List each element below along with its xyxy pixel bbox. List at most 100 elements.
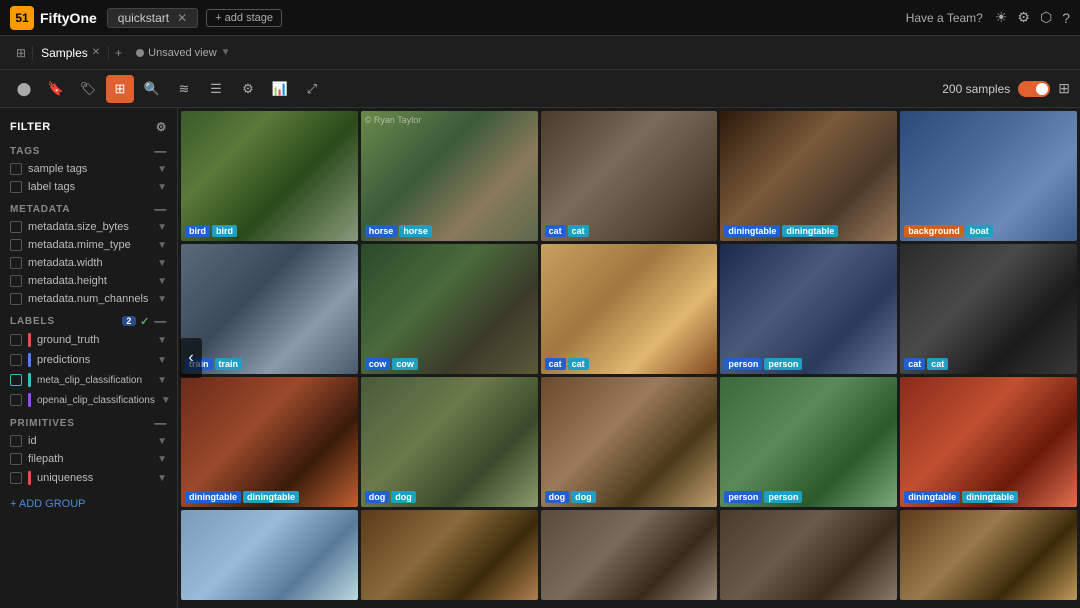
sample-count: 200 samples [942, 82, 1010, 96]
grid-layout-icon[interactable]: ⊞ [1058, 80, 1070, 97]
cake-labels: background boat [904, 225, 993, 237]
samples-tab[interactable]: Samples ✕ [33, 46, 109, 60]
tool-list[interactable]: ☰ [202, 75, 230, 103]
horseman-labels: horse horse [365, 225, 432, 237]
tool-search[interactable]: 🔍 [138, 75, 166, 103]
tool-expand[interactable]: ⤢ [298, 75, 326, 103]
nav-left-button[interactable]: ‹ [180, 338, 202, 378]
labels-check[interactable]: ✓ [140, 315, 150, 328]
grid-cell-bear2[interactable] [361, 510, 538, 600]
question-icon[interactable]: ? [1062, 10, 1070, 26]
sidebar-item-ground-truth[interactable]: ground_truth ▼ [0, 330, 177, 350]
grid-cell-train[interactable]: train train [181, 244, 358, 374]
size-bytes-checkbox[interactable] [10, 221, 22, 233]
filter-header: FILTER ⚙ [0, 116, 177, 138]
tool-settings[interactable]: ⚙ [234, 75, 262, 103]
grid-cell-spaniel[interactable] [900, 510, 1077, 600]
settings-icon[interactable]: ⚙ [1017, 9, 1030, 26]
sidebar-item-label-tags[interactable]: label tags ▼ [0, 178, 177, 196]
sidebar-item-meta-clip[interactable]: meta_clip_classification ▼ [0, 370, 177, 390]
samples-close-icon[interactable]: ✕ [92, 47, 100, 58]
sidebar-item-mime-type[interactable]: metadata.mime_type ▼ [0, 236, 177, 254]
sidebar-item-openai-clip[interactable]: openai_clip_classifications ▼ [0, 390, 177, 410]
sun-icon[interactable]: ☀ [995, 9, 1008, 26]
labels-section: LABELS 2 ✓ — [0, 308, 177, 330]
badge-bird-pred: bird [212, 225, 237, 237]
grid-toggle [1018, 81, 1050, 97]
samples-label: Samples [41, 46, 88, 60]
labels-collapse[interactable]: — [154, 314, 167, 328]
view-dot [136, 49, 144, 57]
view-label: Unsaved view [148, 47, 216, 59]
grid-cell-pizza[interactable]: diningtable diningtable [900, 377, 1077, 507]
cat1-labels: cat cat [545, 225, 589, 237]
sidebar-item-id[interactable]: id ▼ [0, 432, 177, 450]
grid-cell-table1[interactable]: diningtable diningtable [720, 111, 897, 241]
grid-view-icon[interactable]: ⊞ [10, 46, 33, 60]
label-tags-checkbox[interactable] [10, 181, 22, 193]
grid-cell-person[interactable]: person person [720, 244, 897, 374]
filter-label: FILTER [10, 121, 51, 133]
badge-dogs-pred: dog [391, 491, 416, 503]
grid-cell-food[interactable]: diningtable diningtable [181, 377, 358, 507]
meta-clip-color [28, 373, 31, 387]
cow-labels: cow cow [365, 358, 418, 370]
badge-cat3-gt: cat [904, 358, 925, 370]
add-tab-button[interactable]: + [109, 46, 128, 60]
filter-gear-icon[interactable]: ⚙ [156, 120, 167, 134]
labels-count: 2 [122, 316, 136, 326]
cat3-labels: cat cat [904, 358, 948, 370]
grid-cell-horseman[interactable]: © Ryan Taylor horse horse [361, 111, 538, 241]
tool-back[interactable]: ⬤ [10, 75, 38, 103]
github-icon[interactable]: ⬡ [1040, 9, 1052, 26]
tool-bookmark[interactable]: 🔖 [42, 75, 70, 103]
sidebar-item-predictions[interactable]: predictions ▼ [0, 350, 177, 370]
sidebar-item-size-bytes[interactable]: metadata.size_bytes ▼ [0, 218, 177, 236]
metadata-collapse[interactable]: — [154, 202, 167, 216]
quickstart-tab[interactable]: quickstart ✕ [107, 8, 198, 28]
tool-grid[interactable]: ⊞ [106, 75, 134, 103]
pizza-labels: diningtable diningtable [904, 491, 1018, 503]
sidebar-item-width[interactable]: metadata.width ▼ [0, 254, 177, 272]
grid-cell-bird[interactable]: bird bird [181, 111, 358, 241]
metadata-section: METADATA — [0, 196, 177, 218]
grid-cell-cake[interactable]: background boat [900, 111, 1077, 241]
add-group[interactable]: + ADD GROUP [0, 488, 177, 518]
topbar: 51 FiftyOne quickstart ✕ + add stage Hav… [0, 0, 1080, 36]
grid-cell-bear[interactable]: dog dog [541, 377, 718, 507]
tags-collapse[interactable]: — [154, 144, 167, 158]
tool-tag[interactable]: 🏷 [74, 75, 102, 103]
sample-tags-checkbox[interactable] [10, 163, 22, 175]
sidebar-item-num-channels[interactable]: metadata.num_channels ▼ [0, 290, 177, 308]
sidebar-item-sample-tags[interactable]: sample tags ▼ [0, 160, 177, 178]
grid-cell-plane[interactable] [181, 510, 358, 600]
grid-cell-cat4[interactable] [541, 510, 718, 600]
grid-cell-toy[interactable]: person person [720, 377, 897, 507]
grid-cell-dog2[interactable] [720, 510, 897, 600]
tool-filter2[interactable]: ≋ [170, 75, 198, 103]
dogs-labels: dog dog [365, 491, 416, 503]
primitives-collapse[interactable]: — [154, 416, 167, 430]
sidebar-item-filepath[interactable]: filepath ▼ [0, 450, 177, 468]
predictions-color [28, 353, 31, 367]
badge-pizza-pred: diningtable [962, 491, 1018, 503]
add-stage-button[interactable]: + add stage [206, 9, 282, 27]
sidebar-item-uniqueness[interactable]: uniqueness ▼ [0, 468, 177, 488]
grid-cell-cat3[interactable]: cat cat [900, 244, 1077, 374]
logo: 51 FiftyOne [10, 6, 97, 30]
close-icon[interactable]: ✕ [177, 11, 187, 25]
view-selector[interactable]: Unsaved view ▼ [136, 47, 230, 59]
grid-cell-cow[interactable]: cow cow [361, 244, 538, 374]
grid-cell-cat1[interactable]: cat cat [541, 111, 718, 241]
grid-cell-cat2[interactable]: cat cat [541, 244, 718, 374]
sidebar: FILTER ⚙ TAGS — sample tags ▼ label tags… [0, 108, 178, 608]
toggle-switch[interactable] [1018, 81, 1050, 97]
grid-cell-dogs[interactable]: dog dog [361, 377, 538, 507]
table1-labels: diningtable diningtable [724, 225, 838, 237]
tool-chart[interactable]: 📊 [266, 75, 294, 103]
badge-food-pred: diningtable [243, 491, 299, 503]
badge-cow-pred: cow [392, 358, 418, 370]
sample-tags-chevron: ▼ [157, 164, 167, 175]
badge-cake-pred: boat [966, 225, 993, 237]
sidebar-item-height[interactable]: metadata.height ▼ [0, 272, 177, 290]
